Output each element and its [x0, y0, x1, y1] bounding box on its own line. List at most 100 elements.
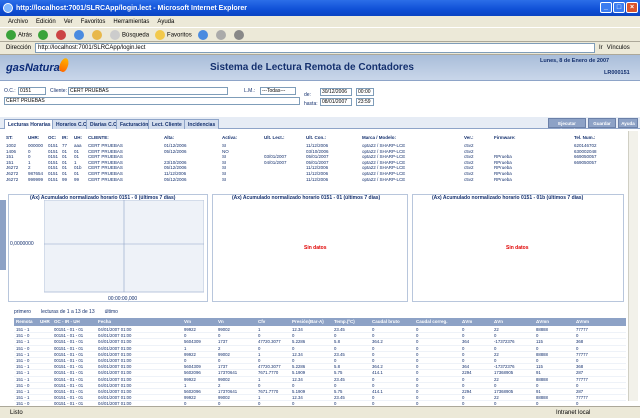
table-header-cell[interactable]: Caudal bruto [372, 319, 400, 324]
table-cell: 151 - 0 [16, 382, 30, 388]
table-cell: 287 [576, 370, 584, 376]
save-csv-button[interactable]: Guardar CSV [588, 118, 616, 133]
hasta-date-input[interactable]: 08/01/2007 [320, 98, 352, 106]
table-cell: 0 [462, 333, 465, 339]
lm-select[interactable]: ---Todas--- [260, 87, 296, 95]
chart-title-1: (Ax) Acumulado normalizado horario 0151 … [232, 195, 381, 201]
table-header-cell[interactable]: ΔVm [462, 319, 472, 324]
stop-button[interactable] [56, 29, 67, 40]
table-header-cell[interactable]: UHR [40, 319, 50, 324]
table-cell: 115 [536, 364, 543, 370]
menu-archivo[interactable]: Archivo [8, 19, 28, 25]
chart-x-value-0: 00:00:00,000 [108, 296, 138, 302]
close-button[interactable]: × [626, 2, 638, 13]
table-cell: 151 - 0 [16, 333, 30, 339]
table-cell: 99002 [218, 395, 230, 401]
minimize-button[interactable]: _ [600, 2, 612, 13]
table-cell: 0 [462, 358, 465, 363]
table-header-cell[interactable]: Temp.(ºC) [334, 319, 355, 324]
table-cell: 04/01/2007 01:00 [98, 358, 132, 363]
table-header-cell[interactable]: Presión(Bar-A) [292, 319, 324, 324]
address-input[interactable]: http://localhost:7001/SLRCApp/login.lect [35, 43, 596, 53]
pager-info: lecturas de 1 a 13 de 13 [40, 309, 95, 315]
lm-label: L.M.: [244, 88, 256, 94]
table-header-cell[interactable]: ΔVmn [536, 319, 549, 324]
table-cell: 364 [462, 364, 470, 370]
table-cell: 0 [218, 358, 221, 363]
side-collapse-handle[interactable] [0, 200, 6, 270]
pager-first[interactable]: primero [14, 309, 31, 315]
refresh-button[interactable] [74, 29, 85, 40]
vertical-scrollbar[interactable] [628, 131, 638, 401]
table-cell: 00151 - 01 - 01 [54, 333, 84, 339]
list-cell: IR: [62, 135, 68, 140]
favorites-button[interactable]: Favoritos [155, 29, 192, 40]
list-cell: opta22 / SHARP-LCE [362, 176, 406, 182]
zone-text: Intranet local [556, 409, 591, 416]
hasta-time-input[interactable]: 23:59 [356, 98, 374, 106]
table-cell: 1737 [218, 364, 228, 370]
table-cell: 151 - 1 [16, 370, 30, 376]
de-time-input[interactable]: 00:00 [356, 88, 374, 96]
tab-facturacion[interactable]: Facturación [116, 119, 153, 129]
table-cell: 0 [184, 358, 187, 363]
table-cell: 0 [258, 345, 261, 351]
run-search-button[interactable]: Ejecutar Búsqueda [548, 118, 586, 133]
de-date-input[interactable]: 30/12/2006 [320, 88, 352, 96]
oc-name-select[interactable]: CERT PRUEBAS [4, 97, 300, 105]
table-header-cell[interactable]: Fecha [98, 319, 111, 324]
table-cell: 1 [258, 395, 261, 401]
list-cell: 0151 [48, 176, 59, 182]
menu-favoritos[interactable]: Favoritos [81, 19, 106, 25]
table-cell: 00151 - 01 - 01 [54, 345, 84, 351]
client-input[interactable]: CERT PRUEBAS [68, 87, 228, 95]
mail-button[interactable] [215, 29, 226, 40]
tab-lect-cliente[interactable]: Lect. Cliente [148, 119, 186, 129]
table-header-cell[interactable]: Caudal correg. [416, 319, 448, 324]
table-cell: 22 [494, 327, 499, 332]
list-cell: 01 [74, 148, 80, 154]
logo: gasNatural [6, 62, 63, 74]
table-header-cell[interactable]: Vm [184, 319, 191, 324]
table-header-cell[interactable]: Vn [218, 319, 224, 324]
table-header-cell[interactable]: Cfv [258, 319, 265, 324]
oc-input[interactable]: 0151 [18, 87, 46, 95]
menu-herramientas[interactable]: Herramientas [113, 19, 149, 25]
list-cell: 620146702 [574, 143, 597, 148]
table-cell: 12.34 [292, 376, 303, 382]
table-cell: 0 [494, 333, 497, 339]
list-cell: 05/01/2007 [306, 159, 329, 165]
list-item[interactable]: J6272 999999 0151 99 99 CERT PRUEBAS 05/12/200… [0, 177, 628, 183]
maximize-button[interactable]: □ [613, 2, 625, 13]
menu-ver[interactable]: Ver [64, 19, 73, 25]
table-header-cell[interactable]: Remota [16, 319, 33, 324]
table-header-cell[interactable]: OC - IR - UH [54, 319, 80, 324]
list-cell: 03/01/2007 [264, 154, 287, 160]
search-button[interactable]: Búsqueda [110, 29, 149, 40]
table-header-cell[interactable]: ΔVn [494, 319, 503, 324]
window-titlebar: http://localhost:7001/SLRCApp/login.lect… [0, 0, 640, 16]
tab-incidencias[interactable]: Incidencias [184, 119, 220, 129]
table-cell: 2294 [462, 389, 472, 394]
links-label[interactable]: Vínculos [607, 45, 630, 51]
home-button[interactable] [92, 29, 103, 40]
back-button[interactable]: Atrás [6, 29, 32, 40]
table-cell: 0 [416, 333, 419, 339]
pager-last[interactable]: último [105, 309, 118, 315]
print-button[interactable] [233, 29, 244, 40]
table-cell: 7671.7770 [258, 370, 279, 376]
list-cell: 0151 [48, 148, 59, 154]
table-cell: 00151 - 01 - 01 [54, 351, 84, 357]
go-button[interactable]: Ir [599, 45, 603, 51]
menu-ayuda[interactable]: Ayuda [157, 19, 174, 25]
forward-button[interactable] [38, 29, 49, 40]
list-cell: 01 [62, 165, 68, 171]
table-cell: 1 [258, 327, 261, 332]
help-button[interactable]: Ayuda [618, 118, 638, 128]
table-header-cell[interactable]: ΔVnm [576, 319, 589, 324]
tab-lecturas-horarias[interactable]: Lecturas Horarias [4, 119, 55, 129]
media-button[interactable] [197, 29, 208, 40]
list-cell: opta22 / SHARP-LCE [362, 143, 406, 148]
menu-edicion[interactable]: Edición [36, 19, 56, 25]
list-cell: CERT PRUEBAS [88, 165, 123, 171]
